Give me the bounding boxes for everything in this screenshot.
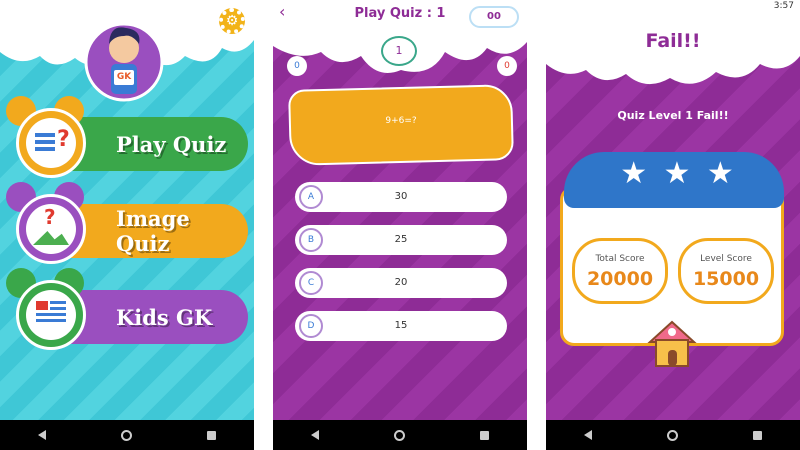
recents-nav-icon[interactable] <box>480 430 490 440</box>
home-screen: ⚙ GK Play Quiz ? Image Quiz ? Kids GK <box>0 0 254 450</box>
star-icon: ★ <box>663 156 691 191</box>
back-nav-icon[interactable] <box>583 430 592 440</box>
home-nav-icon[interactable] <box>666 429 678 441</box>
level-score-value: 15000 <box>692 268 760 290</box>
answer-letter: D <box>299 314 323 338</box>
nav-bar <box>273 420 527 450</box>
wrong-counter: 0 <box>497 56 517 76</box>
result-message: Quiz Level 1 Fail!! <box>617 109 729 122</box>
correct-counter: 0 <box>287 56 307 76</box>
question-list-icon: ? <box>6 92 96 182</box>
quiz-title: Play Quiz : 1 <box>354 6 446 21</box>
image-quiz-label: Image Quiz <box>116 206 190 256</box>
answer-letter: A <box>299 185 323 209</box>
total-score-value: 20000 <box>586 268 654 290</box>
play-quiz-label: Play Quiz <box>116 131 227 157</box>
answer-value: 20 <box>394 277 408 288</box>
recents-nav-icon[interactable] <box>753 430 763 440</box>
result-screen: 3:57 Fail!! Quiz Level 1 Fail!! ★ ★ ★ To… <box>546 0 800 450</box>
newspaper-icon <box>6 264 96 354</box>
star-icon: ★ <box>620 156 648 191</box>
answer-value: 30 <box>394 191 408 202</box>
nav-bar <box>546 420 800 450</box>
status-time: 3:57 <box>773 1 794 11</box>
answer-letter: C <box>299 271 323 295</box>
timer-cloud: 00 <box>469 6 519 28</box>
answer-value: 25 <box>394 234 408 245</box>
answer-option-b[interactable]: 25 B <box>295 225 507 255</box>
back-nav-icon[interactable] <box>37 430 46 440</box>
answer-value: 15 <box>394 320 408 331</box>
wrong-count: 0 <box>504 61 510 71</box>
avatar <box>84 22 164 102</box>
home-house-icon[interactable] <box>644 316 700 372</box>
total-score-bubble: Total Score 20000 <box>572 238 668 304</box>
recents-nav-icon[interactable] <box>207 430 217 440</box>
image-question-icon: ? <box>6 178 96 268</box>
home-nav-icon[interactable] <box>120 429 132 441</box>
settings-gear-icon[interactable]: ⚙ <box>219 8 245 34</box>
total-score-label: Total Score <box>595 254 645 264</box>
quiz-screen: ‹ Play Quiz : 1 00 1 0 0 9+6=? 30 A 25 B… <box>273 0 527 450</box>
nav-bar <box>0 420 254 450</box>
stars-row: ★ ★ ★ <box>612 156 742 192</box>
back-arrow-icon[interactable]: ‹ <box>279 2 285 21</box>
cloud-header <box>546 12 800 85</box>
level-score-bubble: Level Score 15000 <box>678 238 774 304</box>
answer-option-d[interactable]: 15 D <box>295 311 507 341</box>
answer-letter: B <box>299 228 323 252</box>
star-icon: ★ <box>706 156 734 191</box>
result-title: Fail!! <box>645 30 701 52</box>
question-number: 1 <box>395 44 403 57</box>
question-number-badge: 1 <box>381 36 417 66</box>
back-nav-icon[interactable] <box>310 430 319 440</box>
avatar-badge: GK <box>114 70 134 85</box>
answer-option-c[interactable]: 20 C <box>295 268 507 298</box>
question-text: 9+6=? <box>385 116 417 126</box>
correct-count: 0 <box>294 61 300 71</box>
timer-value: 00 <box>487 11 501 22</box>
answer-option-a[interactable]: 30 A <box>295 182 507 212</box>
kids-gk-label: Kids GK <box>116 304 213 330</box>
level-score-label: Level Score <box>700 254 752 264</box>
home-nav-icon[interactable] <box>393 429 405 441</box>
